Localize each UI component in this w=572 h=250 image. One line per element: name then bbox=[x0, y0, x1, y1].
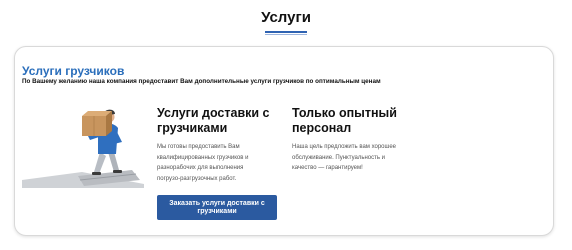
delivery-description: Мы готовы предоставить Вам квалифицирова… bbox=[157, 142, 248, 184]
delivery-heading-line: Услуги доставки с bbox=[157, 106, 270, 120]
staff-text-line: качество — гарантируем! bbox=[292, 165, 363, 171]
title-underline bbox=[265, 31, 307, 33]
staff-heading-line: персонал bbox=[292, 121, 352, 135]
delivery-text-line: погрузо-разгрузочных работ. bbox=[157, 175, 237, 182]
delivery-heading: Услуги доставки с грузчиками bbox=[157, 106, 270, 136]
section-subtitle: По Вашему желанию наша компания предоста… bbox=[22, 78, 381, 85]
delivery-text-line: разнорабочих для выполнения bbox=[157, 165, 244, 171]
delivery-text-line: Мы готовы предоставить Вам bbox=[157, 144, 240, 150]
staff-text-line: Наша цель предложить вам хорошее bbox=[292, 144, 397, 150]
staff-heading: Только опытный персонал bbox=[292, 106, 397, 136]
staff-description: Наша цель предложить вам хорошее обслужи… bbox=[292, 142, 396, 174]
page-title: Услуги bbox=[261, 9, 311, 26]
staff-heading-line: Только опытный bbox=[292, 106, 397, 120]
staff-text-line: обслуживание. Пунктуальность и bbox=[292, 154, 386, 161]
order-button-label-line: Заказать услуги доставки с bbox=[169, 199, 265, 207]
title-underline-secondary bbox=[265, 34, 307, 35]
delivery-heading-line: грузчиками bbox=[157, 121, 228, 135]
section-title: Услуги грузчиков bbox=[22, 64, 125, 78]
mover-carrying-box-image bbox=[22, 109, 144, 188]
delivery-text-line: квалифицированных грузчиков и bbox=[157, 154, 249, 161]
order-delivery-button[interactable]: Заказать услуги доставки с грузчиками bbox=[157, 195, 277, 220]
order-button-label-line: грузчиками bbox=[197, 207, 237, 215]
